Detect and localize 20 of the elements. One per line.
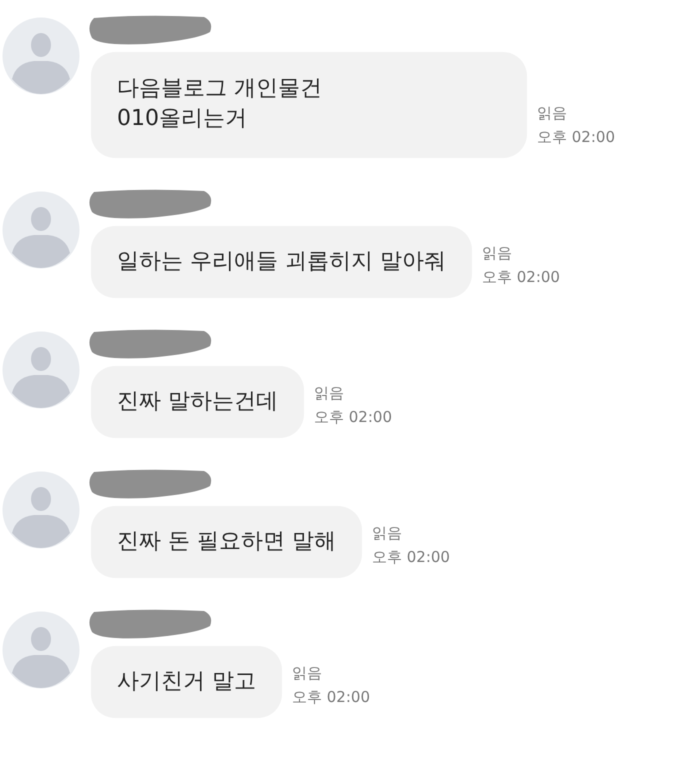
message-time: 오후 02:00: [537, 127, 615, 148]
message-time: 오후 02:00: [292, 687, 370, 708]
read-status: 읽음: [482, 243, 513, 264]
message-bubble: 일하는 우리애들 괴롭히지 말아줘: [91, 226, 472, 298]
message-time: 오후 02:00: [482, 267, 560, 288]
read-status: 읽음: [314, 383, 345, 404]
avatar-icon: [2, 471, 80, 549]
read-status: 읽음: [372, 523, 403, 544]
message-time: 오후 02:00: [372, 547, 450, 568]
read-status: 읽음: [537, 103, 568, 124]
avatar-icon: [2, 331, 80, 409]
message-bubble: 다음블로그 개인물건 010올리는거: [91, 52, 527, 158]
read-status: 읽음: [292, 663, 323, 684]
avatar-icon: [2, 191, 80, 269]
avatar-icon: [2, 17, 80, 95]
message-bubble: 사기친거 말고: [91, 646, 282, 718]
message-bubble: 진짜 말하는건데: [91, 366, 304, 438]
message-bubble: 진짜 돈 필요하면 말해: [91, 506, 362, 578]
message-time: 오후 02:00: [314, 407, 392, 428]
avatar-icon: [2, 611, 80, 689]
